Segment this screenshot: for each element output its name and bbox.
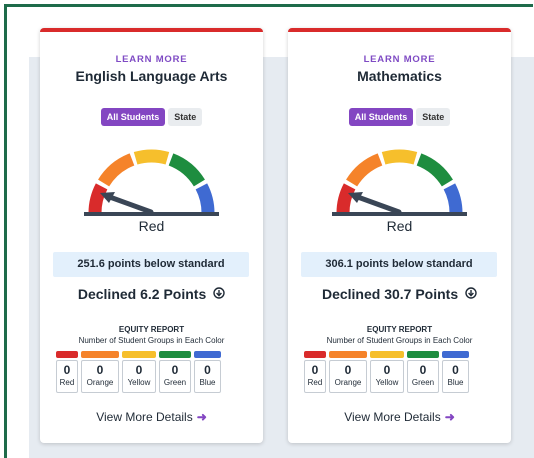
- group-count: 0: [419, 363, 427, 377]
- equity-group-yellow: 0 Yellow: [370, 351, 404, 393]
- group-count: 0: [171, 363, 179, 377]
- blue-swatch: [194, 351, 221, 358]
- state-button[interactable]: State: [416, 108, 451, 126]
- group-count: 0: [311, 363, 319, 377]
- gauge-green-segment: [168, 153, 205, 187]
- view-more-label: View More Details: [96, 410, 193, 424]
- equity-group-green: 0 Green: [159, 351, 191, 393]
- group-count: 0: [96, 363, 104, 377]
- status-label: Red: [386, 218, 413, 234]
- points-summary: 306.1 points below standard: [301, 252, 497, 277]
- status-label: Red: [138, 218, 165, 234]
- equity-group-yellow: 0 Yellow: [122, 351, 156, 393]
- card-title: English Language Arts: [75, 68, 228, 84]
- equity-color-groups: 0 Red 0 Orange 0 Yellow 0 Green 0 Blue: [56, 351, 221, 393]
- arrow-right-icon: ➜: [444, 410, 455, 424]
- equity-group-red: 0 Red: [56, 351, 78, 393]
- group-count: 0: [452, 363, 459, 377]
- gauge-red-segment: [336, 183, 356, 214]
- group-label: Yellow: [127, 378, 151, 387]
- arrow-right-icon: ➜: [196, 410, 207, 424]
- equity-group-blue: 0 Blue: [194, 351, 221, 393]
- gauge-orange-segment: [346, 153, 383, 187]
- equity-report-subtitle: Number of Student Groups in Each Color: [78, 336, 225, 345]
- student-group-toggle: All Students State: [40, 108, 263, 126]
- equity-group-red: 0 Red: [304, 351, 326, 393]
- orange-swatch: [329, 351, 367, 358]
- group-label: Green: [163, 378, 187, 387]
- learn-more-link[interactable]: LEARN MORE: [40, 54, 263, 65]
- equity-report-subtitle: Number of Student Groups in Each Color: [326, 336, 473, 345]
- yellow-swatch: [370, 351, 404, 358]
- change-text: Declined 6.2 Points: [77, 286, 207, 302]
- state-button[interactable]: State: [168, 108, 203, 126]
- green-swatch: [407, 351, 439, 358]
- ela-card: LEARN MORE English Language Arts All Stu…: [40, 28, 263, 443]
- learn-more-link[interactable]: LEARN MORE: [288, 54, 511, 65]
- gauge-yellow-segment: [381, 149, 418, 165]
- performance-gauge: [332, 149, 467, 216]
- view-more-details-link[interactable]: View More Details ➜: [288, 410, 511, 424]
- group-label: Blue: [199, 378, 216, 387]
- group-count: 0: [63, 363, 71, 377]
- yellow-swatch: [122, 351, 156, 358]
- red-swatch: [56, 351, 78, 358]
- gauge-green-segment: [416, 153, 453, 187]
- view-more-label: View More Details: [344, 410, 441, 424]
- gauge-red-segment: [88, 183, 108, 214]
- change-text: Declined 30.7 Points: [321, 286, 459, 302]
- gauge-blue-segment: [195, 183, 215, 214]
- circle-arrow-down-icon: [213, 287, 225, 299]
- group-label: Red: [59, 378, 75, 387]
- performance-gauge: [84, 149, 219, 216]
- equity-group-green: 0 Green: [407, 351, 439, 393]
- gauge-needle: [352, 193, 402, 215]
- equity-color-groups: 0 Red 0 Orange 0 Yellow 0 Green 0 Blue: [304, 351, 469, 393]
- equity-report-title: EQUITY REPORT: [366, 325, 433, 334]
- card-title: Mathematics: [357, 68, 442, 84]
- student-group-toggle: All Students State: [288, 108, 511, 126]
- gauge-blue-segment: [443, 183, 463, 214]
- gauge-yellow-segment: [133, 149, 170, 165]
- group-count: 0: [135, 363, 143, 377]
- group-label: Yellow: [375, 378, 399, 387]
- change-summary: Declined 6.2 Points: [40, 286, 263, 302]
- gauge-orange-segment: [98, 153, 135, 187]
- orange-swatch: [81, 351, 119, 358]
- circle-arrow-down-icon: [465, 287, 477, 299]
- group-count: 0: [204, 363, 211, 377]
- group-label: Orange: [334, 378, 362, 387]
- view-more-details-link[interactable]: View More Details ➜: [40, 410, 263, 424]
- points-summary: 251.6 points below standard: [53, 252, 249, 277]
- group-label: Red: [307, 378, 323, 387]
- red-swatch: [304, 351, 326, 358]
- change-summary: Declined 30.7 Points: [288, 286, 511, 302]
- equity-report-title: EQUITY REPORT: [118, 325, 185, 334]
- all-students-button[interactable]: All Students: [348, 108, 414, 126]
- all-students-button[interactable]: All Students: [100, 108, 166, 126]
- group-label: Blue: [447, 378, 464, 387]
- group-label: Orange: [86, 378, 114, 387]
- equity-group-blue: 0 Blue: [442, 351, 469, 393]
- blue-swatch: [442, 351, 469, 358]
- equity-group-orange: 0 Orange: [81, 351, 119, 393]
- math-card: LEARN MORE Mathematics All Students Stat…: [288, 28, 511, 443]
- equity-group-orange: 0 Orange: [329, 351, 367, 393]
- group-count: 0: [344, 363, 352, 377]
- group-label: Green: [411, 378, 435, 387]
- green-swatch: [159, 351, 191, 358]
- group-count: 0: [383, 363, 391, 377]
- gauge-needle: [104, 193, 154, 215]
